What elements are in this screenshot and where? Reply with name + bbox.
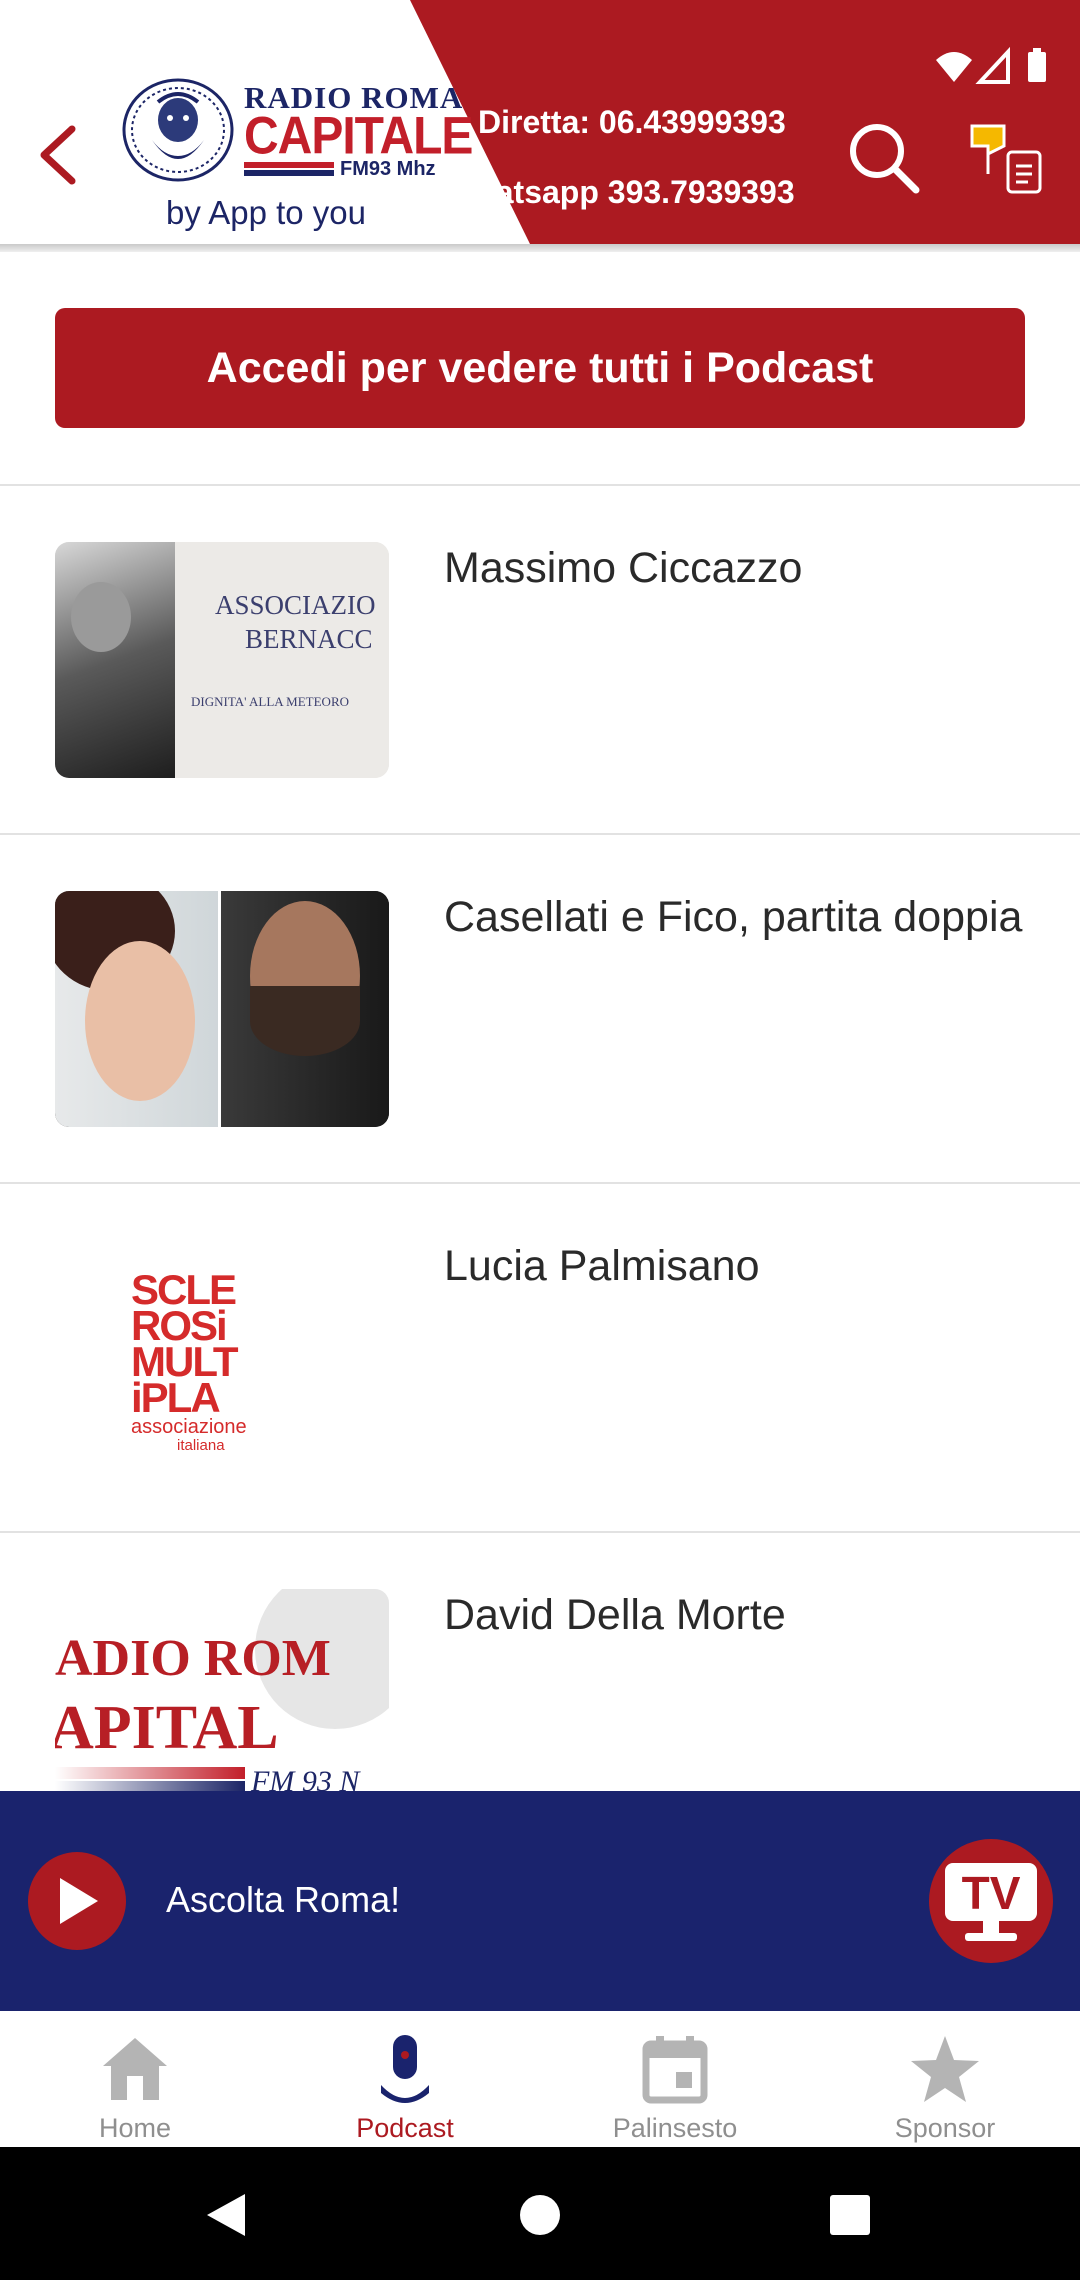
thumbnail-text: FM 93 N bbox=[251, 1765, 360, 1794]
back-button[interactable] bbox=[28, 118, 88, 192]
list-item[interactable]: ADIO ROM APITAL FM 93 N David Della Mort… bbox=[0, 1533, 1080, 1794]
header-divider bbox=[0, 244, 1080, 252]
login-button[interactable]: Accedi per vedere tutti i Podcast bbox=[55, 308, 1025, 428]
logo-stripe-blue bbox=[244, 170, 334, 176]
calendar-icon bbox=[637, 2031, 713, 2107]
list-item[interactable]: Casellati e Fico, partita doppia bbox=[0, 835, 1080, 1184]
thumbnail-text: ASSOCIAZIO bbox=[215, 590, 376, 620]
nav-item-sponsor[interactable]: Sponsor bbox=[810, 2011, 1080, 2147]
microphone-icon bbox=[367, 2031, 443, 2107]
square-recents-icon bbox=[830, 2195, 870, 2235]
system-back-button[interactable] bbox=[186, 2175, 266, 2255]
logo-stripe-red bbox=[244, 162, 334, 168]
play-button[interactable] bbox=[28, 1852, 126, 1950]
nav-item-home[interactable]: Home bbox=[0, 2011, 270, 2147]
thumbnail-text: BERNACC bbox=[245, 624, 373, 654]
nav-item-palinsesto[interactable]: Palinsesto bbox=[540, 2011, 810, 2147]
chevron-left-icon bbox=[40, 125, 76, 185]
player-bar: Ascolta Roma! TV bbox=[0, 1791, 1080, 2011]
podcast-thumbnail: ADIO ROM APITAL FM 93 N bbox=[55, 1589, 389, 1794]
list-item[interactable]: SCLE ROSi MULT iPLA associazione italian… bbox=[0, 1184, 1080, 1533]
search-icon bbox=[850, 124, 920, 194]
podcast-thumbnail: ASSOCIAZIO BERNACC DIGNITA' ALLA METEORO bbox=[55, 542, 389, 778]
contact-whatsapp[interactable]: Whatsapp 393.7939393 bbox=[486, 174, 795, 211]
podcast-list-icon bbox=[970, 124, 1042, 194]
thumbnail-text: associazione bbox=[131, 1416, 247, 1438]
login-section: Accedi per vedere tutti i Podcast bbox=[0, 252, 1080, 486]
podcast-thumbnail: SCLE ROSi MULT iPLA associazione italian… bbox=[55, 1240, 389, 1476]
nav-label: Podcast bbox=[356, 2113, 454, 2143]
app-header: RADIO ROMA CAPITALE FM93 Mhz by App to y… bbox=[0, 0, 1080, 244]
tv-button[interactable]: TV bbox=[929, 1839, 1053, 1963]
play-icon bbox=[60, 1878, 98, 1924]
system-navigation-bar bbox=[0, 2147, 1080, 2280]
nav-item-podcast[interactable]: Podcast bbox=[270, 2011, 540, 2147]
podcast-title: Casellati e Fico, partita doppia bbox=[444, 893, 1023, 941]
podcast-list-button[interactable] bbox=[968, 120, 1048, 196]
search-button[interactable] bbox=[846, 120, 922, 196]
nav-label: Home bbox=[98, 2113, 172, 2143]
medallion-logo-icon bbox=[122, 78, 234, 182]
system-recents-button[interactable] bbox=[810, 2175, 890, 2255]
battery-icon bbox=[1028, 52, 1046, 82]
home-icon bbox=[97, 2031, 173, 2107]
podcast-thumbnail bbox=[55, 891, 389, 1127]
thumbnail-text: iPLA bbox=[131, 1374, 221, 1421]
thumbnail-text: APITAL bbox=[55, 1694, 279, 1762]
thumbnail-text: DIGNITA' ALLA METEORO bbox=[191, 694, 350, 709]
thumbnail-text: italiana bbox=[177, 1437, 225, 1454]
star-icon bbox=[907, 2031, 983, 2107]
nav-label: Sponsor bbox=[894, 2113, 996, 2143]
player-label: Ascolta Roma! bbox=[166, 1879, 401, 1920]
logo-text-fm: FM93 Mhz bbox=[340, 158, 436, 180]
wifi-icon bbox=[936, 52, 972, 82]
circle-home-icon bbox=[520, 2195, 560, 2235]
tv-icon: TV bbox=[945, 1863, 1037, 1941]
system-home-button[interactable] bbox=[500, 2175, 580, 2255]
nav-label: Palinsesto bbox=[612, 2113, 738, 2143]
radio-roma-logo: RADIO ROMA CAPITALE FM93 Mhz by App to y… bbox=[120, 72, 473, 242]
logo-tagline: by App to you bbox=[166, 194, 366, 231]
podcast-title: Massimo Ciccazzo bbox=[444, 544, 803, 592]
podcast-list: ASSOCIAZIO BERNACC DIGNITA' ALLA METEORO… bbox=[0, 486, 1080, 1794]
status-bar-icons bbox=[936, 46, 1060, 86]
triangle-back-icon bbox=[207, 2194, 245, 2236]
list-item[interactable]: ASSOCIAZIO BERNACC DIGNITA' ALLA METEORO… bbox=[0, 486, 1080, 835]
podcast-title: David Della Morte bbox=[444, 1591, 786, 1639]
podcast-title: Lucia Palmisano bbox=[444, 1242, 760, 1290]
thumbnail-text: ADIO ROM bbox=[55, 1630, 331, 1687]
bottom-navigation: Home Podcast Palinsesto Sponsor bbox=[0, 2011, 1080, 2147]
tv-label: TV bbox=[962, 1867, 1021, 1919]
contact-phone[interactable]: Diretta: 06.43999393 bbox=[478, 104, 786, 141]
